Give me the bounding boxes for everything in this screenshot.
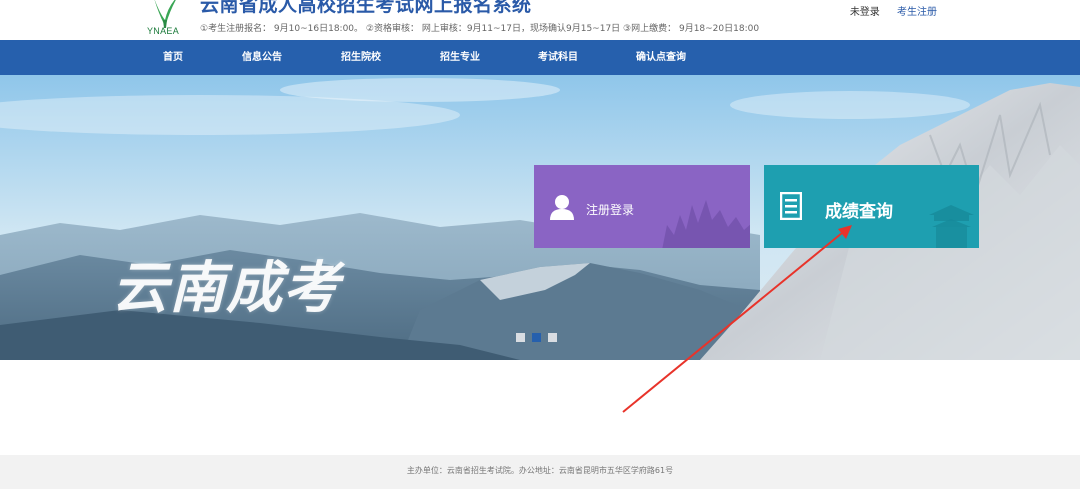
site-title: 云南省成人高校招生考试网上报名系统 — [200, 0, 532, 16]
yunnan-chengkao-calligraphy: 云南成考 — [112, 255, 340, 321]
nav-item-exam-subjects[interactable]: 考试科目 — [538, 40, 578, 75]
slide-dot-2[interactable] — [532, 333, 541, 342]
schedule-notice: ①考生注册报名： 9月10~16日18:00。 ②资格审核： 网上审核：9月11… — [200, 24, 760, 34]
login-status-link[interactable]: 未登录 — [850, 7, 880, 18]
site-header: YNAEA 云南省成人高校招生考试网上报名系统 ①考生注册报名： 9月10~16… — [0, 0, 1080, 40]
nav-item-majors[interactable]: 招生专业 — [440, 40, 480, 75]
score-query-card[interactable]: 成绩查询 — [764, 165, 979, 248]
site-footer: 主办单位：云南省招生考试院。办公地址：云南省昆明市五华区学府路61号 — [0, 455, 1080, 489]
user-icon — [550, 195, 574, 220]
register-link[interactable]: 考生注册 — [897, 7, 937, 18]
nav-item-announcements[interactable]: 信息公告 — [242, 40, 282, 75]
slide-dot-1[interactable] — [516, 333, 525, 342]
score-query-label: 成绩查询 — [825, 202, 893, 222]
nav-item-colleges[interactable]: 招生院校 — [341, 40, 381, 75]
nav-item-confirm-point[interactable]: 确认点查询 — [636, 40, 686, 75]
register-login-card[interactable]: 注册登录 — [534, 165, 750, 248]
nav-item-home[interactable]: 首页 — [163, 40, 183, 75]
slide-dot-3[interactable] — [548, 333, 557, 342]
register-login-label: 注册登录 — [586, 203, 635, 217]
logo-text: YNAEA — [147, 26, 180, 36]
document-icon — [780, 192, 802, 220]
main-nav: 首页 信息公告 招生院校 招生专业 考试科目 确认点查询 — [0, 40, 1080, 75]
pavilion-decoration — [929, 205, 974, 248]
user-links: 未登录 考生注册 — [836, 3, 937, 18]
city-silhouette-decoration — [662, 200, 750, 248]
footer-text: 主办单位：云南省招生考试院。办公地址：云南省昆明市五华区学府路61号 — [406, 466, 674, 475]
